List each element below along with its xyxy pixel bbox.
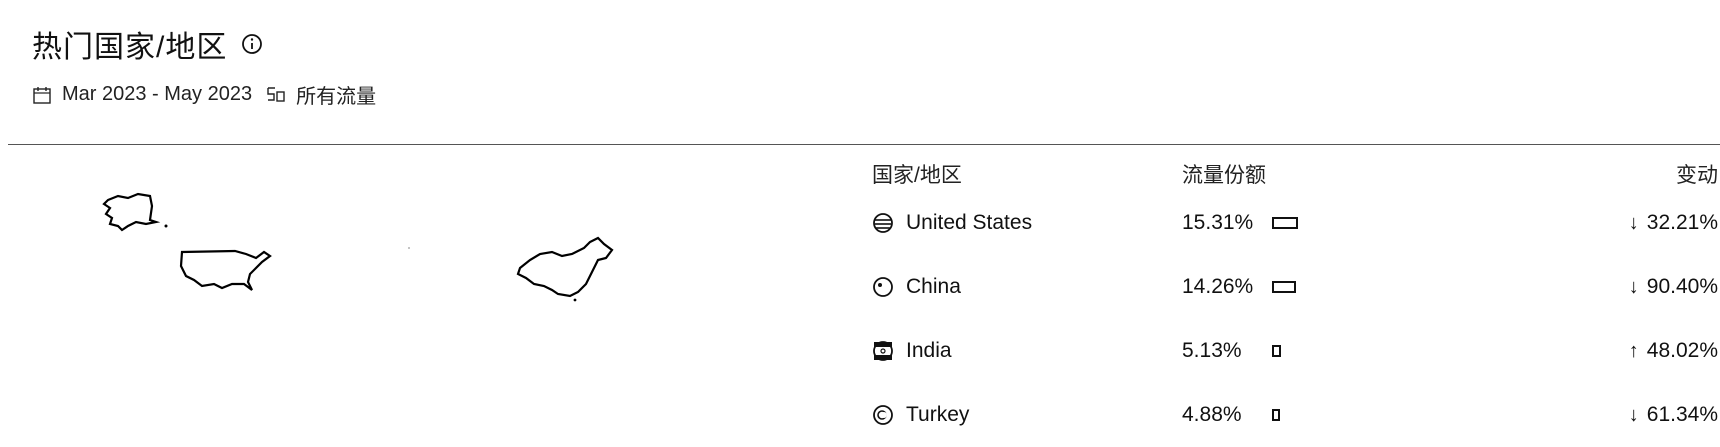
change-cell: ↓ 61.34%	[1629, 403, 1718, 427]
us-flag-icon	[873, 213, 893, 233]
table-row[interactable]: China 14.26% ↓ 90.40%	[872, 255, 1718, 319]
share-bar	[1272, 409, 1298, 421]
turkey-flag-icon	[873, 405, 893, 425]
country-table: 国家/地区 流量份额 变动 United States 15.31% ↓ 32.…	[872, 155, 1718, 447]
share-value: 15.31%	[1182, 211, 1254, 234]
share-value: 5.13%	[1182, 339, 1242, 362]
country-cell: China	[872, 275, 961, 299]
change-value: 61.34%	[1646, 403, 1718, 426]
title-row: 热门国家/地区	[32, 22, 376, 66]
header-change[interactable]: 变动	[1676, 159, 1718, 189]
share-value: 4.88%	[1182, 403, 1242, 426]
header-divider	[8, 144, 1720, 145]
change-cell: ↑ 48.02%	[1629, 339, 1718, 363]
country-name: United States	[906, 211, 1033, 234]
country-name: China	[906, 275, 961, 298]
share-cell: 5.13%	[1182, 339, 1298, 363]
arrow-up-icon: ↑	[1628, 339, 1639, 362]
share-bar	[1272, 345, 1298, 357]
change-cell: ↓ 32.21%	[1629, 211, 1718, 235]
share-cell: 4.88%	[1182, 403, 1298, 427]
map-united-states	[179, 249, 272, 291]
share-bar	[1272, 217, 1298, 229]
india-flag-icon	[873, 341, 893, 361]
world-map	[102, 192, 614, 302]
country-cell: United States	[872, 211, 1032, 235]
share-bar	[1272, 281, 1298, 293]
country-name: India	[906, 339, 952, 362]
arrow-down-icon: ↓	[1628, 211, 1639, 234]
header-country[interactable]: 国家/地区	[872, 159, 962, 189]
widget-header: 热门国家/地区 Mar 2023 - May 2023 所有流量	[32, 22, 376, 109]
change-value: 48.02%	[1646, 339, 1718, 362]
change-value: 90.40%	[1646, 275, 1718, 298]
traffic-source-icon	[267, 86, 285, 102]
widget-title: 热门国家/地区	[32, 31, 228, 64]
share-value: 14.26%	[1182, 275, 1254, 298]
table-row[interactable]: United States 15.31% ↓ 32.21%	[872, 191, 1718, 255]
info-circle-icon[interactable]	[241, 33, 263, 55]
change-value: 32.21%	[1646, 211, 1718, 234]
filter-row: Mar 2023 - May 2023 所有流量	[32, 80, 376, 109]
header-share[interactable]: 流量份额	[1182, 159, 1266, 189]
map-china	[516, 236, 614, 298]
change-cell: ↓ 90.40%	[1629, 275, 1718, 299]
country-name: Turkey	[906, 403, 970, 426]
date-range[interactable]: Mar 2023 - May 2023	[62, 83, 252, 106]
country-cell: Turkey	[872, 403, 969, 427]
country-cell: India	[872, 339, 952, 363]
traffic-filter[interactable]: 所有流量	[296, 80, 376, 109]
table-header: 国家/地区 流量份额 变动	[872, 155, 1718, 191]
share-cell: 14.26%	[1182, 275, 1298, 299]
arrow-down-icon: ↓	[1628, 275, 1639, 298]
calendar-icon	[33, 86, 51, 104]
share-cell: 15.31%	[1182, 211, 1298, 235]
table-row[interactable]: India 5.13% ↑ 48.02%	[872, 319, 1718, 383]
table-row[interactable]: Turkey 4.88% ↓ 61.34%	[872, 383, 1718, 447]
china-flag-icon	[873, 277, 893, 297]
arrow-down-icon: ↓	[1628, 403, 1639, 426]
map-alaska	[102, 192, 161, 232]
